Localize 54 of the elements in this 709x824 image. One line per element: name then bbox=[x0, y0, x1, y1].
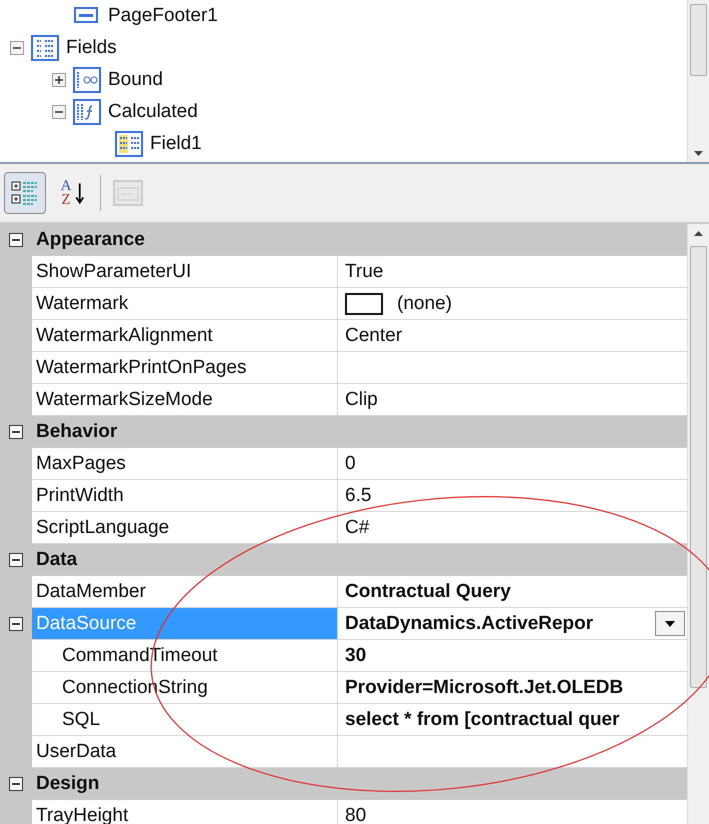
property-value: Clip bbox=[345, 388, 378, 410]
property-value: 0 bbox=[345, 452, 356, 474]
property-value: C# bbox=[345, 516, 370, 538]
sort-letters: A Z bbox=[60, 179, 72, 207]
property-value: Center bbox=[345, 324, 402, 346]
category-name: Data bbox=[35, 549, 78, 571]
category-name: Appearance bbox=[35, 229, 145, 251]
property-name[interactable]: WatermarkPrintOnPages bbox=[32, 352, 338, 384]
scrollbar[interactable] bbox=[687, 0, 709, 162]
collapse-icon[interactable] bbox=[9, 425, 23, 439]
category-name: Behavior bbox=[35, 421, 118, 443]
alphabetical-button[interactable]: A Z bbox=[52, 172, 94, 214]
dropdown-button[interactable] bbox=[655, 611, 685, 636]
property-name[interactable]: WatermarkAlignment bbox=[32, 320, 338, 352]
property-name[interactable]: SQL bbox=[32, 704, 338, 736]
bound-icon bbox=[72, 66, 102, 94]
collapse-icon[interactable] bbox=[10, 41, 24, 55]
property-value: True bbox=[345, 260, 384, 282]
calculated-icon bbox=[72, 98, 102, 126]
property-value: select * from [contractual quer bbox=[345, 708, 620, 730]
property-name[interactable]: MaxPages bbox=[32, 448, 338, 480]
tree-item[interactable]: Calculated bbox=[108, 101, 198, 123]
scrollbar[interactable] bbox=[687, 224, 709, 824]
property-value: 30 bbox=[345, 644, 366, 666]
color-swatch bbox=[345, 292, 383, 314]
category-name: Design bbox=[35, 773, 100, 795]
collapse-icon[interactable] bbox=[9, 553, 23, 567]
field-icon bbox=[114, 130, 144, 158]
property-name[interactable]: PrintWidth bbox=[32, 480, 338, 512]
fields-icon bbox=[30, 34, 60, 62]
collapse-icon[interactable] bbox=[9, 233, 23, 247]
property-value: DataDynamics.ActiveRepor bbox=[345, 612, 594, 634]
property-name[interactable]: UserData bbox=[32, 736, 338, 768]
expand-icon[interactable] bbox=[52, 73, 66, 87]
categorized-button[interactable] bbox=[4, 172, 46, 214]
collapse-icon[interactable] bbox=[9, 617, 23, 631]
tree-item[interactable]: PageFooter1 bbox=[108, 5, 218, 27]
tree-item[interactable]: Field1 bbox=[150, 133, 202, 155]
collapse-icon[interactable] bbox=[52, 105, 66, 119]
caret-icon bbox=[664, 620, 676, 628]
property-pages-icon bbox=[112, 178, 144, 208]
property-value: (none) bbox=[397, 292, 452, 314]
property-name[interactable]: Watermark bbox=[32, 288, 338, 320]
property-name[interactable]: ScriptLanguage bbox=[32, 512, 338, 544]
property-value: 80 bbox=[345, 804, 366, 824]
tree-item[interactable]: Bound bbox=[108, 69, 163, 91]
property-value: Contractual Query bbox=[345, 580, 511, 602]
property-value: 6.5 bbox=[345, 484, 372, 506]
property-name[interactable]: WatermarkSizeMode bbox=[32, 384, 338, 416]
property-value: Provider=Microsoft.Jet.OLEDB bbox=[345, 676, 624, 698]
tree-item[interactable]: Fields bbox=[66, 37, 117, 59]
property-name[interactable]: ShowParameterUI bbox=[32, 256, 338, 288]
property-name[interactable]: DataMember bbox=[32, 576, 338, 608]
collapse-icon[interactable] bbox=[9, 777, 23, 791]
